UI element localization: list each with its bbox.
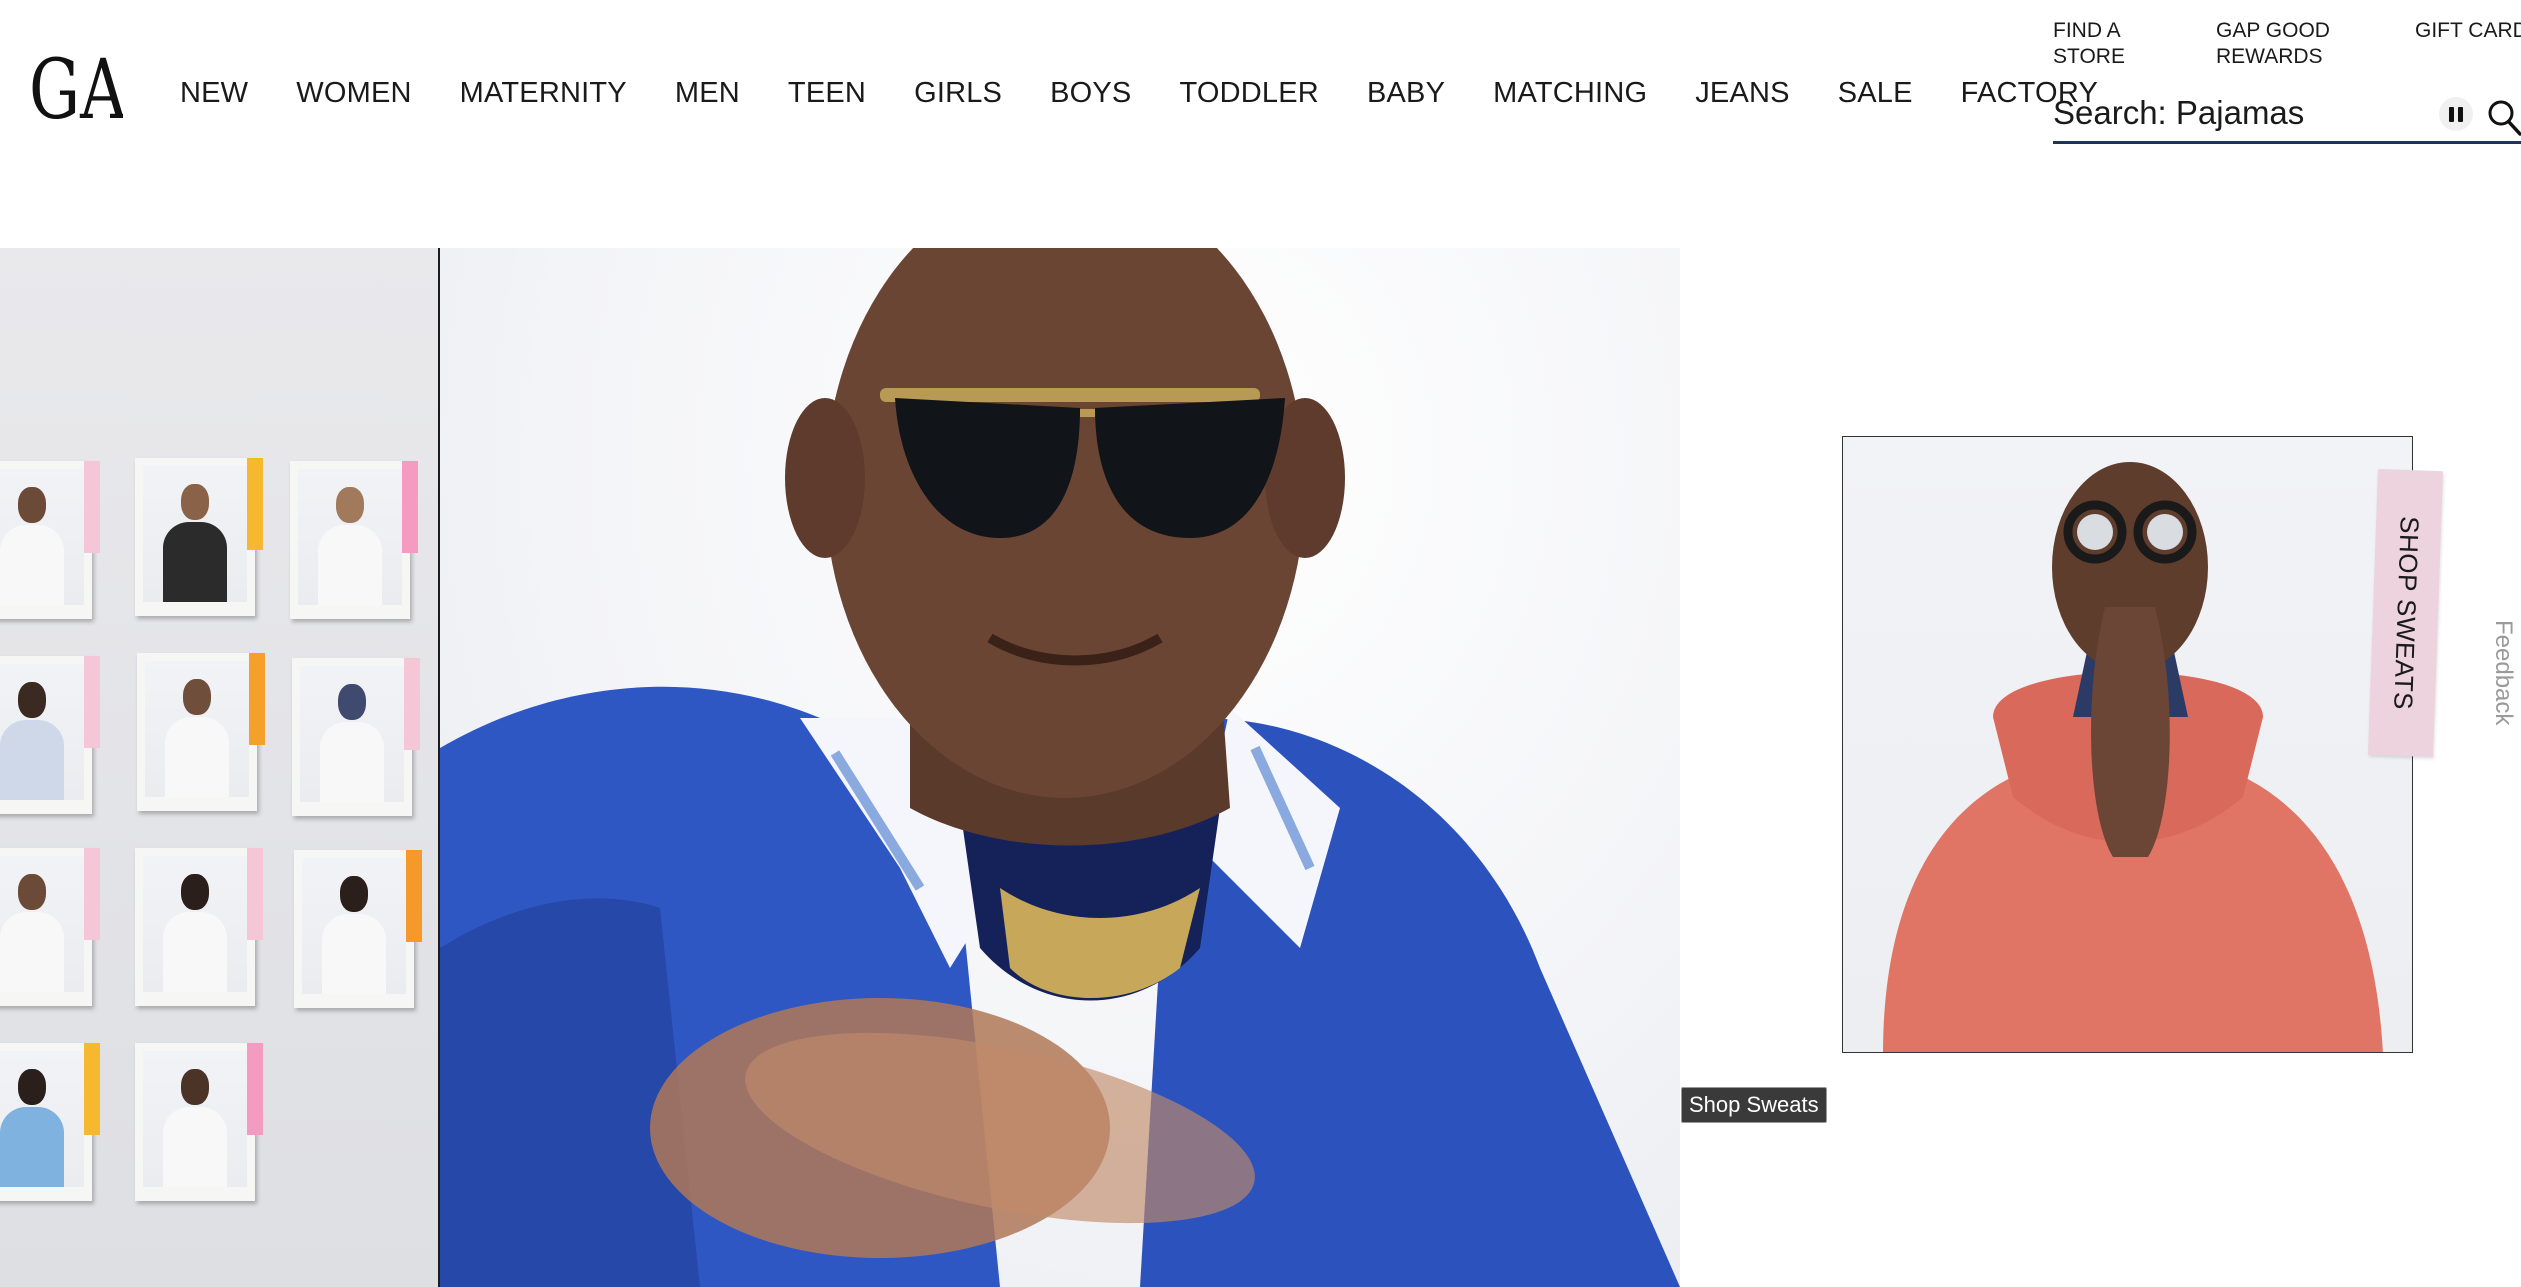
polaroid-photo [135, 458, 263, 616]
rewards-line1: GAP GOOD [2216, 19, 2330, 42]
nav-men[interactable]: MEN [675, 77, 740, 110]
nav-sale[interactable]: SALE [1838, 77, 1913, 110]
pause-bar [2458, 106, 2463, 122]
nav-new[interactable]: NEW [180, 77, 248, 110]
polaroid-photo [137, 653, 265, 811]
gap-logo-mark: GAP [29, 48, 123, 126]
promo-portrait-illustration [1883, 462, 2383, 1052]
search-input-text[interactable]: Search: Pajamas [2053, 94, 2304, 132]
polaroid-photo [0, 656, 100, 814]
shop-sweats-promo-image[interactable] [1842, 436, 2413, 1053]
gift-card-link[interactable]: GIFT CARD [2415, 18, 2521, 44]
polaroid-photo [0, 848, 100, 1006]
nav-baby[interactable]: BABY [1367, 77, 1445, 110]
find-a-store-link[interactable]: FIND A STORE [2053, 18, 2163, 70]
nav-women[interactable]: WOMEN [296, 77, 411, 110]
feedback-label: Feedback [2490, 620, 2517, 726]
feedback-tab[interactable]: Feedback [2481, 620, 2521, 740]
polaroid-photo [294, 850, 422, 1008]
main-nav: NEW WOMEN MATERNITY MEN TEEN GIRLS BOYS … [180, 71, 2146, 115]
polaroid-photo [135, 1043, 263, 1201]
polaroid-photo [292, 658, 420, 816]
pause-icon[interactable] [2439, 97, 2473, 131]
nav-maternity[interactable]: MATERNITY [460, 77, 627, 110]
polaroid-photo [135, 848, 263, 1006]
shop-sweats-tag-button[interactable]: SHOP SWEATS [2368, 468, 2443, 758]
find-store-line2: STORE [2053, 45, 2125, 68]
pause-bar [2449, 106, 2454, 122]
nav-boys[interactable]: BOYS [1050, 77, 1131, 110]
rewards-line2: REWARDS [2216, 45, 2323, 68]
nav-teen[interactable]: TEEN [788, 77, 866, 110]
svg-text:GAP: GAP [29, 48, 123, 126]
hero-portrait-illustration [440, 248, 1680, 1287]
find-store-line1: FIND A [2053, 19, 2121, 42]
site-header: GAP NEW WOMEN MATERNITY MEN TEEN GIRLS B… [0, 0, 2521, 180]
nav-girls[interactable]: GIRLS [914, 77, 1002, 110]
hero-portrait-image [440, 248, 1680, 1287]
search-icon[interactable] [2486, 98, 2521, 136]
nav-toddler[interactable]: TODDLER [1179, 77, 1318, 110]
polaroid-photo [290, 461, 418, 619]
nav-jeans[interactable]: JEANS [1695, 77, 1789, 110]
polaroid-photo [0, 1043, 100, 1201]
nav-matching[interactable]: MATCHING [1493, 77, 1647, 110]
gap-good-rewards-link[interactable]: GAP GOOD REWARDS [2216, 18, 2376, 70]
shop-sweats-tooltip: Shop Sweats [1681, 1087, 1827, 1123]
polaroid-board-image [0, 248, 438, 1287]
gap-logo[interactable]: GAP [29, 48, 123, 126]
hero-banner[interactable] [0, 248, 1680, 1287]
polaroid-photo [0, 461, 100, 619]
shop-sweats-tag-label: SHOP SWEATS [2387, 515, 2425, 711]
